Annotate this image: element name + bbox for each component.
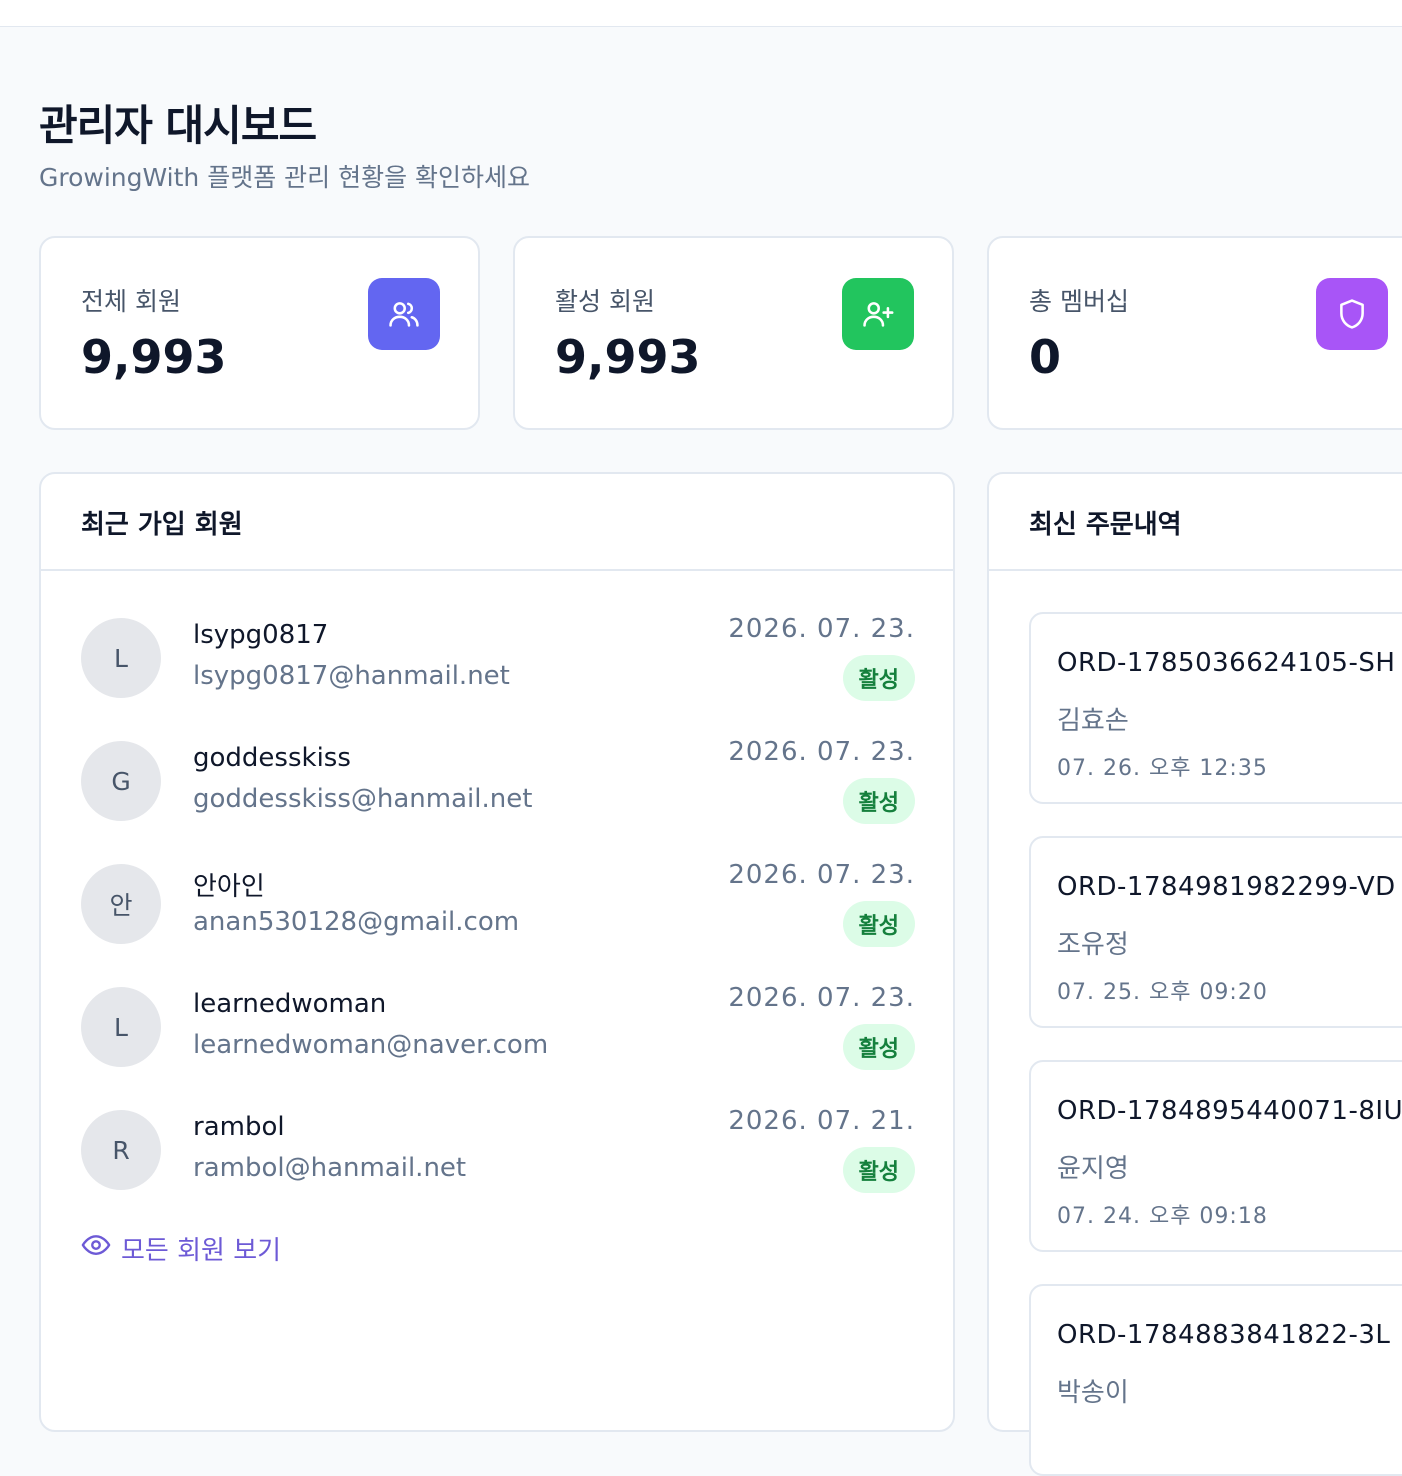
order-customer-name: 조유정 [1057,930,1129,960]
member-join-date: 2026. 07. 23. [728,614,915,644]
panel-header: 최근 가입 회원 [41,474,953,571]
member-row[interactable]: 안 안아인 anan530128@gmail.com 2026. 07. 23.… [81,860,915,954]
member-row[interactable]: G goddesskiss goddesskiss@hanmail.net 20… [81,737,915,831]
member-name: rambol [193,1112,285,1142]
user-plus-icon [842,278,914,350]
order-card[interactable]: ORD-1784883841822-3L 박송이 [1029,1284,1402,1476]
status-badge: 활성 [842,1024,915,1070]
panel-header: 최신 주문내역 [989,474,1402,571]
member-name: lsypg0817 [193,620,329,650]
stat-value: 9,993 [81,330,227,384]
page-subtitle: GrowingWith 플랫폼 관리 현황을 확인하세요 [39,163,531,192]
member-email: lsypg0817@hanmail.net [193,661,510,691]
stat-label: 전체 회원 [81,287,181,316]
member-join-date: 2026. 07. 21. [728,1106,915,1136]
order-customer-name: 윤지영 [1057,1154,1129,1184]
order-card[interactable]: ORD-1784981982299-VD 조유정 07. 25. 오후 09:2… [1029,836,1402,1028]
status-badge: 활성 [842,655,915,701]
member-join-date: 2026. 07. 23. [728,983,915,1013]
panel-title: 최신 주문내역 [1029,510,1182,540]
users-icon [368,278,440,350]
member-row[interactable]: L lsypg0817 lsypg0817@hanmail.net 2026. … [81,614,915,708]
order-customer-name: 박송이 [1057,1378,1129,1408]
eye-icon [81,1230,111,1267]
member-row[interactable]: R rambol rambol@hanmail.net 2026. 07. 21… [81,1106,915,1200]
order-id: ORD-1785036624105-SH [1057,648,1396,678]
order-id: ORD-1784883841822-3L [1057,1320,1391,1350]
avatar: R [81,1110,161,1190]
stat-card-total-members: 전체 회원 9,993 [39,236,480,430]
member-name: 안아인 [193,872,265,902]
order-card[interactable]: ORD-1784895440071-8IU 윤지영 07. 24. 오후 09:… [1029,1060,1402,1252]
status-badge: 활성 [842,901,915,947]
order-time: 07. 24. 오후 09:18 [1057,1204,1268,1229]
order-id: ORD-1784895440071-8IU [1057,1096,1402,1126]
member-email: anan530128@gmail.com [193,907,520,937]
shield-icon [1316,278,1388,350]
avatar: L [81,987,161,1067]
stat-value: 0 [1029,330,1062,384]
avatar: 안 [81,864,161,944]
stat-label: 총 멤버십 [1029,287,1129,316]
stat-value: 9,993 [555,330,701,384]
member-email: rambol@hanmail.net [193,1153,467,1183]
stat-card-active-members: 활성 회원 9,993 [513,236,954,430]
recent-orders-panel: 최신 주문내역 ORD-1785036624105-SH 김효손 07. 26.… [987,472,1402,1476]
stat-label: 활성 회원 [555,287,655,316]
member-name: learnedwoman [193,989,387,1019]
member-email: goddesskiss@hanmail.net [193,784,533,814]
member-join-date: 2026. 07. 23. [728,737,915,767]
avatar: L [81,618,161,698]
stat-card-total-memberships: 총 멤버십 0 [987,236,1402,430]
avatar: G [81,741,161,821]
member-name: goddesskiss [193,743,351,773]
page-title: 관리자 대시보드 [39,101,317,150]
order-card[interactable]: ORD-1785036624105-SH 김효손 07. 26. 오후 12:3… [1029,612,1402,804]
recent-members-panel: 최근 가입 회원 L lsypg0817 lsypg0817@hanmail.n… [39,472,955,1432]
order-customer-name: 김효손 [1057,706,1129,736]
status-badge: 활성 [842,1147,915,1193]
status-badge: 활성 [842,778,915,824]
panel-title: 최근 가입 회원 [81,510,243,540]
order-time: 07. 26. 오후 12:35 [1057,756,1268,781]
order-time: 07. 25. 오후 09:20 [1057,980,1268,1005]
view-all-members-link[interactable]: 모든 회원 보기 [81,1230,281,1267]
member-email: learnedwoman@naver.com [193,1030,549,1060]
top-bar [0,0,1402,27]
order-id: ORD-1784981982299-VD [1057,872,1396,902]
view-all-label: 모든 회원 보기 [121,1236,282,1266]
member-row[interactable]: L learnedwoman learnedwoman@naver.com 20… [81,983,915,1077]
member-join-date: 2026. 07. 23. [728,860,915,890]
